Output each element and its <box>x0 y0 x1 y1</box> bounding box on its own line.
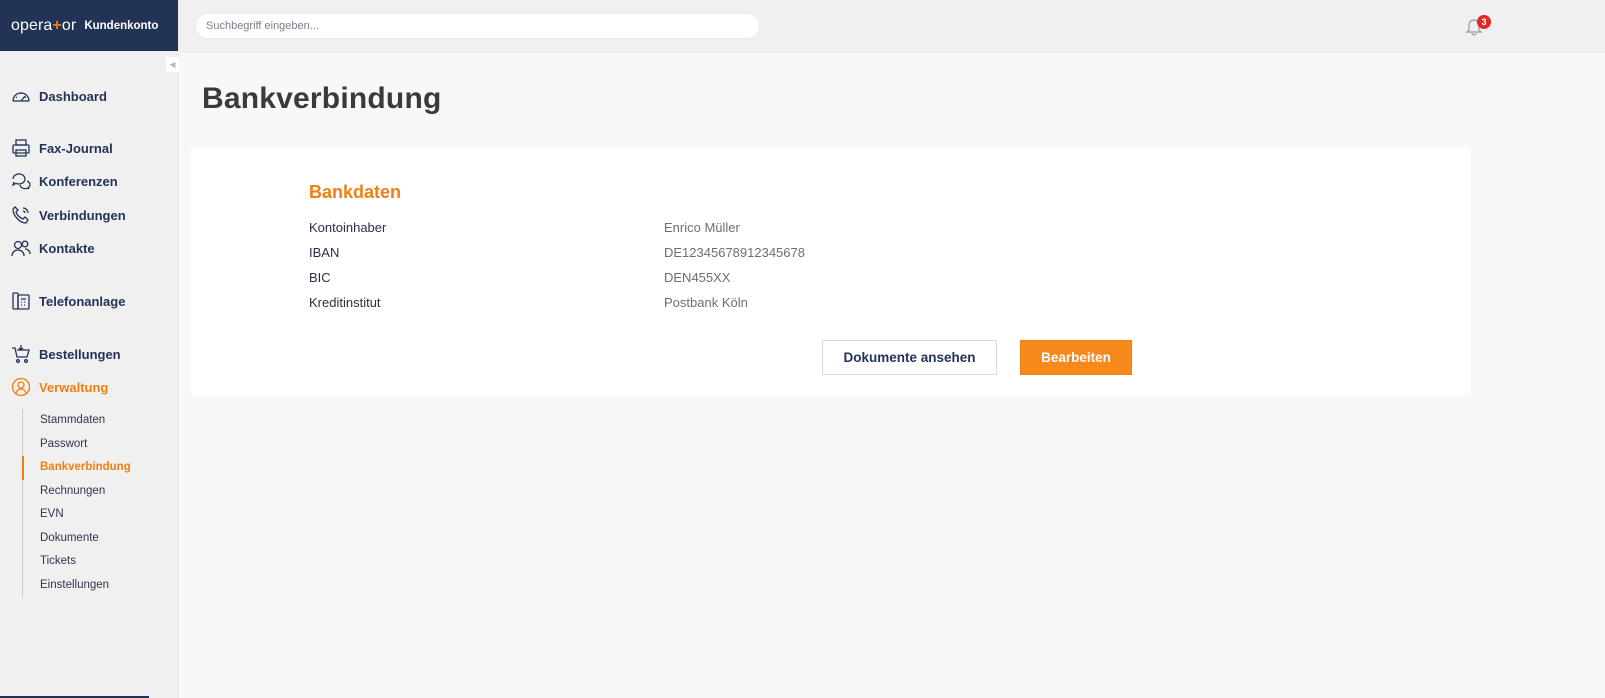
sidebar-item-label: Kontakte <box>39 240 95 256</box>
sidebar-item-label: Verbindungen <box>39 207 126 223</box>
detail-value: Enrico Müller <box>664 220 740 235</box>
view-documents-button[interactable]: Dokumente ansehen <box>822 340 997 375</box>
page-title: Bankverbindung <box>202 82 442 115</box>
phone-icon <box>11 205 31 225</box>
sidebar-item-label: Dashboard <box>39 88 107 104</box>
sidebar-item-label: Bestellungen <box>39 346 121 362</box>
chat-bubbles-icon <box>11 171 31 191</box>
brand-header[interactable]: opera+or Kundenkonto <box>0 0 178 51</box>
detail-label: Kreditinstitut <box>309 295 381 310</box>
phone-system-icon <box>11 291 31 311</box>
sidebar-item-kontakte[interactable]: Kontakte <box>11 238 95 258</box>
user-circle-icon <box>11 377 31 397</box>
sidebar-item-label: Telefonanlage <box>39 293 126 309</box>
detail-label: Kontoinhaber <box>309 220 387 235</box>
chevron-left-icon[interactable]: ◀ <box>166 57 179 72</box>
sidebar-item-label: Fax-Journal <box>39 140 113 156</box>
bank-details-card: Bankdaten Kontoinhaber Enrico Müller IBA… <box>191 148 1470 395</box>
speedometer-icon <box>11 86 31 106</box>
topbar: 3 <box>179 0 1605 53</box>
subnav-item-bankverbindung[interactable]: Bankverbindung <box>22 456 172 480</box>
sidebar-item-telefonanlage[interactable]: Telefonanlage <box>11 291 125 311</box>
subnav-item-stammdaten[interactable]: Stammdaten <box>23 409 172 433</box>
search-input[interactable] <box>195 13 760 39</box>
sidebar-item-label: Verwaltung <box>39 379 109 395</box>
sidebar-item-verwaltung[interactable]: Verwaltung <box>11 377 108 397</box>
sidebar-item-bestellungen[interactable]: Bestellungen <box>11 344 121 364</box>
brand-logo: opera+or <box>11 16 77 34</box>
contacts-icon <box>11 238 31 258</box>
sidebar-item-dashboard[interactable]: Dashboard <box>11 86 107 106</box>
notification-badge: 3 <box>1477 15 1491 29</box>
subnav-item-tickets[interactable]: Tickets <box>23 550 172 574</box>
sidebar: opera+or Kundenkonto ◀ Dashboard Fax-Jou… <box>0 0 179 698</box>
sidebar-item-fax-journal[interactable]: Fax-Journal <box>11 138 113 158</box>
account-label: Kundenkonto <box>84 19 159 32</box>
sidebar-subnav: Stammdaten Passwort Bankverbindung Rechn… <box>22 409 172 597</box>
detail-label: IBAN <box>309 245 340 260</box>
subnav-item-evn[interactable]: EVN <box>23 503 172 527</box>
subnav-item-passwort[interactable]: Passwort <box>23 433 172 457</box>
sidebar-item-verbindungen[interactable]: Verbindungen <box>11 205 126 225</box>
subnav-item-einstellungen[interactable]: Einstellungen <box>23 574 172 598</box>
cart-icon <box>11 344 31 364</box>
edit-button[interactable]: Bearbeiten <box>1020 340 1132 375</box>
printer-icon <box>11 138 31 158</box>
detail-label: BIC <box>309 270 331 285</box>
sidebar-item-konferenzen[interactable]: Konferenzen <box>11 171 118 191</box>
card-title: Bankdaten <box>309 182 402 202</box>
subnav-item-dokumente[interactable]: Dokumente <box>23 527 172 551</box>
detail-value: Postbank Köln <box>664 295 748 310</box>
detail-value: DEN455XX <box>664 270 731 285</box>
detail-value: DE12345678912345678 <box>664 245 805 260</box>
subnav-item-rechnungen[interactable]: Rechnungen <box>23 480 172 504</box>
sidebar-item-label: Konferenzen <box>39 173 118 189</box>
